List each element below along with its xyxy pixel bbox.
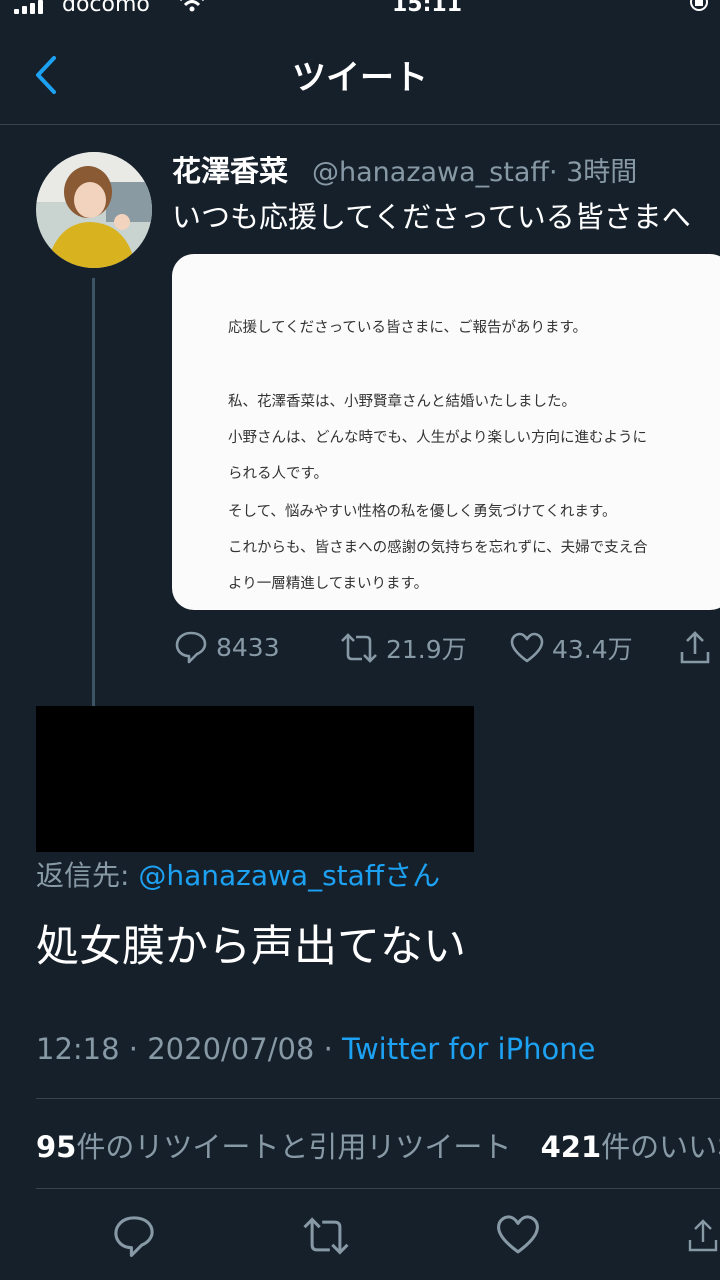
header-divider (0, 124, 720, 125)
like-action[interactable]: 43.4万 (510, 630, 633, 666)
reply-to-handle[interactable]: @hanazawa_staff (138, 859, 384, 892)
quoted-handle: @hanazawa_staff· 3時間 (312, 150, 637, 189)
like-label: 件のいいね (601, 1130, 720, 1164)
share-icon[interactable] (686, 1214, 720, 1258)
divider (36, 1098, 720, 1099)
redacted-user-info (36, 706, 474, 852)
tweet-source-link[interactable]: Twitter for iPhone (342, 1032, 595, 1066)
tweet-text: 処女膜から声出てない (36, 922, 466, 972)
reply-to-label: 返信先: (36, 859, 139, 892)
wifi-icon (180, 0, 204, 12)
image-text-line: 小野さんは、どんな時でも、人生がより楽しい方向に進むように (228, 430, 648, 446)
retweet-count: 21.9万 (386, 635, 467, 664)
quoted-author-name[interactable]: 花澤香菜 (172, 148, 288, 190)
engagement-stats: 95件のリツイートと引用リツイート 421件のいいね (36, 1124, 720, 1166)
reply-icon[interactable] (112, 1214, 156, 1258)
carrier-label: docomo (62, 0, 150, 17)
reply-icon (175, 631, 207, 664)
status-bar: docomo 15:11 (0, 0, 720, 22)
share-action[interactable] (678, 630, 712, 666)
retweet-label: 件のリツイートと引用リツイート (76, 1130, 512, 1164)
avatar[interactable] (36, 152, 152, 268)
quoted-time-ago: · 3時間 (548, 157, 638, 188)
image-text-line: そして、悩みやすい性格の私を優しく勇気づけてくれます。 (228, 504, 617, 520)
rotation-lock-icon (690, 0, 708, 11)
reply-action[interactable]: 8433 (174, 630, 280, 664)
reply-count: 8433 (216, 632, 280, 662)
quoted-tweet-text: いつも応援してくださっている皆さまへ (172, 200, 691, 234)
likes-stat[interactable]: 421件のいいね (541, 1130, 720, 1164)
retweet-icon (341, 633, 377, 663)
retweets-stat[interactable]: 95件のリツイートと引用リツイート (36, 1130, 511, 1164)
quoted-handle-text[interactable]: @hanazawa_staff (312, 157, 549, 188)
retweet-total: 95 (36, 1130, 77, 1164)
heart-icon (510, 632, 544, 663)
page-title: ツイート (292, 58, 428, 98)
reply-to-suffix: さん (384, 859, 441, 892)
status-time: 15:11 (392, 0, 463, 17)
like-total: 421 (540, 1130, 602, 1164)
heart-icon[interactable] (496, 1214, 540, 1256)
share-icon (680, 631, 710, 664)
retweet-action[interactable]: 21.9万 (340, 630, 467, 666)
image-text-line: 私、花澤香菜は、小野賢章さんと結婚いたしました。 (228, 394, 576, 410)
tweet-timestamp: 12:18 · 2020/07/08 · (36, 1032, 343, 1066)
quoted-image[interactable]: 応援してくださっている皆さまに、ご報告があります。 私、花澤香菜は、小野賢章さん… (172, 254, 720, 610)
signal-icon (14, 0, 43, 14)
tweet-metadata: 12:18 · 2020/07/08 · Twitter for iPhone (36, 1032, 595, 1066)
reply-to-mention[interactable]: @hanazawa_staffさん (138, 859, 440, 892)
image-text-line: より一層精進してまいります。 (228, 576, 429, 592)
image-text-line: これからも、皆さまへの感謝の気持ちを忘れずに、夫婦で支え合 (228, 540, 648, 556)
like-count: 43.4万 (552, 635, 633, 664)
thread-line (92, 278, 95, 708)
reply-to-line: 返信先: @hanazawa_staffさん (36, 854, 440, 894)
retweet-icon[interactable] (302, 1214, 350, 1258)
divider (36, 1188, 720, 1189)
image-text-line: られる人です。 (228, 466, 329, 482)
image-text-line: 応援してくださっている皆さまに、ご報告があります。 (228, 320, 588, 336)
